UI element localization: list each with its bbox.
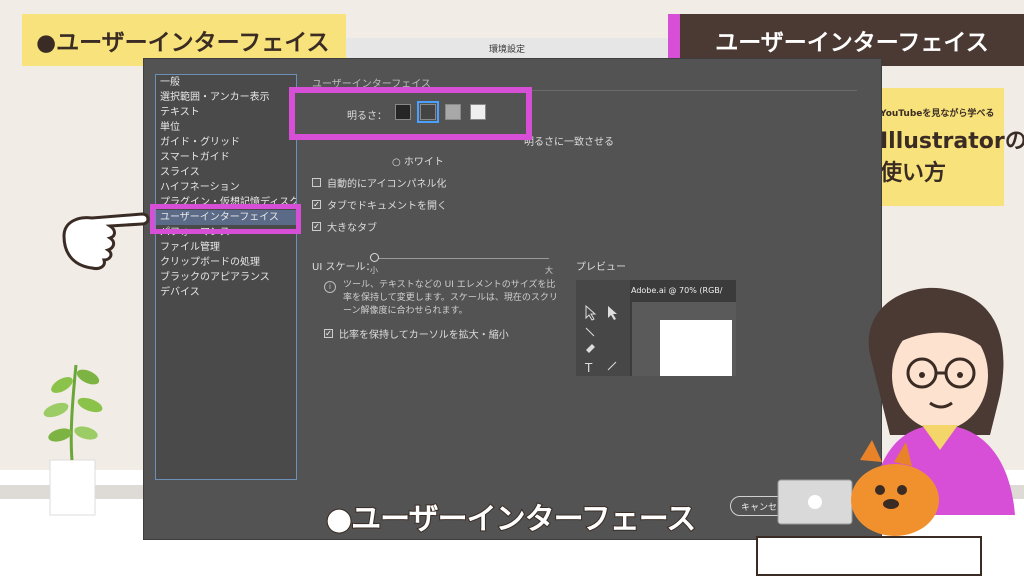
preview-label: プレビュー [576,262,626,273]
large-tabs-label: 大きなタブ [327,223,377,234]
caption-text: ●ユーザーインターフェース [325,501,697,538]
preview-toolbar: T [576,280,630,376]
brightness-label: 明るさ： [347,111,387,122]
open-tabs-label: タブでドキュメントを開く [327,201,447,212]
promo-subtitle: YouTubeを見ながら学べる [880,109,995,119]
sidebar-item-selection[interactable]: 選択範囲・アンカー表示 [156,90,296,105]
ui-scale-slider-thumb[interactable] [370,253,379,262]
sidebar-item-guides-grid[interactable]: ガイド・グリッド [156,135,296,150]
ui-scale-label: UI スケール： [312,262,376,273]
brightness-highlight: 明るさ： [289,87,532,140]
checkbox-scale-cursor[interactable]: ✓ [324,329,333,338]
brightness-swatch-light[interactable] [470,104,486,120]
info-icon: i [324,281,336,293]
sidebar-item-units[interactable]: 単位 [156,120,296,135]
dialog-title: 環境設定 [346,38,668,58]
dog-character [851,440,939,536]
promo-title-line1: Illustratorの [880,129,1024,154]
preview-document-tab: Adobe.ai @ 70% (RGB/ [631,286,723,295]
scale-cursor-row[interactable]: ✓ 比率を保持してカーソルを拡大・縮小 [324,326,509,341]
sidebar-item-hyphenation[interactable]: ハイフネーション [156,180,296,195]
ui-scale-info-text: ツール、テキストなどの UI エレメントのサイズを比率を保持して変更します。スケ… [343,280,558,316]
brightness-swatch-medium-light[interactable] [445,104,461,120]
sidebar-item-clipboard[interactable]: クリップボードの処理 [156,255,296,270]
sidebar-item-general[interactable]: 一般 [156,75,296,90]
svg-text:T: T [584,361,593,375]
preferences-sidebar: 一般 選択範囲・アンカー表示 テキスト 単位 ガイド・グリッド スマートガイド … [155,74,297,480]
scale-cursor-label: 比率を保持してカーソルを拡大・縮小 [339,330,509,341]
scale-large-label: 大 [545,266,553,275]
sidebar-item-slices[interactable]: スライス [156,165,296,180]
ui-scale-slider-track[interactable] [374,258,549,259]
plant-illustration [43,364,103,516]
preview-artboard [660,320,732,376]
checkbox-large-tabs[interactable]: ✓ [312,222,321,231]
pointing-hand-icon [62,212,150,270]
sidebar-highlight [150,204,301,234]
brightness-swatch-medium-dark[interactable] [417,101,439,123]
sidebar-item-black-appearance[interactable]: ブラックのアピアランス [156,270,296,285]
sidebar-item-smart-guides[interactable]: スマートガイド [156,150,296,165]
sidebar-item-file-handling[interactable]: ファイル管理 [156,240,296,255]
canvas-color-match-label[interactable]: 明るさに一致させる [524,133,614,148]
large-tabs-row[interactable]: ✓ 大きなタブ [312,219,377,234]
preview-image: T Adobe.ai @ 70% (RGB/ [576,280,736,376]
open-tabs-row[interactable]: ✓ タブでドキュメントを開く [312,197,447,212]
desk [756,536,982,576]
sidebar-item-text[interactable]: テキスト [156,105,296,120]
white-radio[interactable]: ○ ホワイト [392,153,444,168]
scale-small-label: 小 [370,266,378,275]
promo-title-line2: 使い方 [880,161,947,186]
auto-collapse-row[interactable]: 自動的にアイコンパネル化 [312,175,447,190]
laptop-illustration [777,479,853,525]
preview-tools-icon: T [584,304,617,375]
auto-collapse-label: 自動的にアイコンパネル化 [327,179,447,190]
checkbox-open-tabs[interactable]: ✓ [312,200,321,209]
brightness-swatch-dark[interactable] [395,104,411,120]
checkbox-auto-collapse[interactable] [312,178,321,187]
sidebar-item-devices[interactable]: デバイス [156,285,296,300]
